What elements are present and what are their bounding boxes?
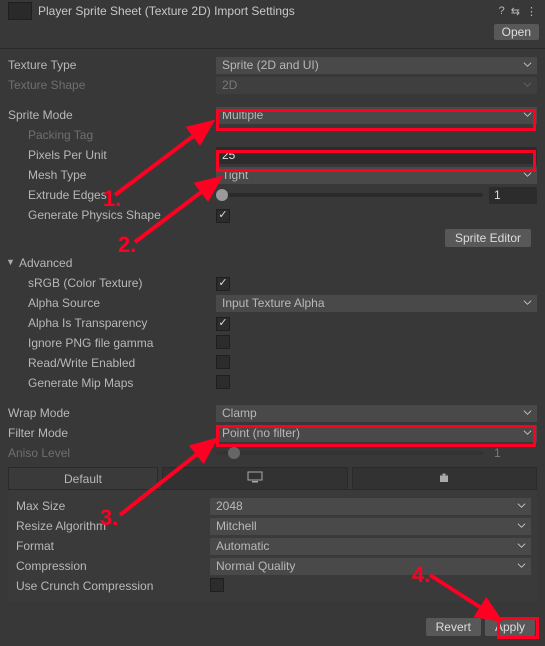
chevron-down-icon xyxy=(523,110,532,119)
extrude-edges-value[interactable]: 1 xyxy=(489,187,537,204)
revert-button[interactable]: Revert xyxy=(426,618,481,636)
srgb-checkbox[interactable] xyxy=(216,277,230,291)
max-size-dropdown[interactable]: 2048 xyxy=(210,498,531,515)
resize-algorithm-label: Resize Algorithm xyxy=(14,519,210,533)
help-icon[interactable]: ? xyxy=(499,5,505,17)
asset-thumbnail-icon xyxy=(8,2,32,20)
sprite-mode-dropdown[interactable]: Multiple xyxy=(216,107,537,124)
wrap-mode-dropdown[interactable]: Clamp xyxy=(216,405,537,422)
chevron-down-icon xyxy=(523,170,532,179)
chevron-down-icon xyxy=(523,428,532,437)
android-icon xyxy=(437,470,451,487)
ignore-png-gamma-label: Ignore PNG file gamma xyxy=(6,336,216,350)
chevron-down-icon xyxy=(517,561,526,570)
foldout-triangle-icon xyxy=(6,256,15,270)
aniso-level-value: 1 xyxy=(489,445,537,462)
sprite-editor-button[interactable]: Sprite Editor xyxy=(445,229,531,247)
open-button[interactable]: Open xyxy=(494,24,539,40)
format-dropdown[interactable]: Automatic xyxy=(210,538,531,555)
read-write-checkbox[interactable] xyxy=(216,355,230,369)
use-crunch-checkbox[interactable] xyxy=(210,578,224,592)
chevron-down-icon xyxy=(523,408,532,417)
pixels-per-unit-label: Pixels Per Unit xyxy=(6,148,216,162)
wrap-mode-label: Wrap Mode xyxy=(6,406,216,420)
inspector-title: Player Sprite Sheet (Texture 2D) Import … xyxy=(38,4,499,18)
max-size-label: Max Size xyxy=(14,499,210,513)
generate-physics-shape-checkbox[interactable] xyxy=(216,209,230,223)
chevron-down-icon xyxy=(517,521,526,530)
resize-algorithm-dropdown[interactable]: Mitchell xyxy=(210,518,531,535)
platform-tab-desktop[interactable] xyxy=(162,467,348,489)
format-label: Format xyxy=(14,539,210,553)
use-crunch-label: Use Crunch Compression xyxy=(14,579,210,593)
texture-shape-dropdown: 2D xyxy=(216,77,537,94)
advanced-foldout[interactable]: Advanced xyxy=(6,253,537,273)
platform-tab-default[interactable]: Default xyxy=(8,467,158,489)
alpha-is-transparency-checkbox[interactable] xyxy=(216,317,230,331)
chevron-down-icon xyxy=(523,80,532,89)
generate-physics-shape-label: Generate Physics Shape xyxy=(6,208,216,222)
texture-type-label: Texture Type xyxy=(6,58,216,72)
chevron-down-icon xyxy=(523,298,532,307)
packing-tag-label: Packing Tag xyxy=(6,128,216,142)
compression-dropdown[interactable]: Normal Quality xyxy=(210,558,531,575)
aniso-level-slider: 1 xyxy=(216,445,537,462)
apply-button[interactable]: Apply xyxy=(485,618,535,636)
pixels-per-unit-field[interactable]: 25 xyxy=(216,147,537,164)
preset-icon[interactable]: ⇆ xyxy=(511,5,520,18)
srgb-label: sRGB (Color Texture) xyxy=(6,276,216,290)
alpha-source-label: Alpha Source xyxy=(6,296,216,310)
ignore-png-gamma-checkbox[interactable] xyxy=(216,335,230,349)
filter-mode-label: Filter Mode xyxy=(6,426,216,440)
compression-label: Compression xyxy=(14,559,210,573)
mesh-type-dropdown[interactable]: Tight xyxy=(216,167,537,184)
chevron-down-icon xyxy=(517,541,526,550)
mesh-type-label: Mesh Type xyxy=(6,168,216,182)
filter-mode-dropdown[interactable]: Point (no filter) xyxy=(216,425,537,442)
texture-shape-label: Texture Shape xyxy=(6,78,216,92)
chevron-down-icon xyxy=(523,60,532,69)
chevron-down-icon xyxy=(517,501,526,510)
sprite-mode-label: Sprite Mode xyxy=(6,108,216,122)
alpha-is-transparency-label: Alpha Is Transparency xyxy=(6,316,216,330)
read-write-label: Read/Write Enabled xyxy=(6,356,216,370)
texture-type-dropdown[interactable]: Sprite (2D and UI) xyxy=(216,57,537,74)
menu-icon[interactable]: ⋮ xyxy=(526,5,537,18)
generate-mipmaps-label: Generate Mip Maps xyxy=(6,376,216,390)
desktop-icon xyxy=(247,471,263,486)
generate-mipmaps-checkbox[interactable] xyxy=(216,375,230,389)
platform-tab-android[interactable] xyxy=(352,467,538,489)
extrude-edges-slider[interactable]: 1 xyxy=(216,187,537,204)
alpha-source-dropdown[interactable]: Input Texture Alpha xyxy=(216,295,537,312)
extrude-edges-label: Extrude Edges xyxy=(6,188,216,202)
aniso-level-label: Aniso Level xyxy=(6,446,216,460)
